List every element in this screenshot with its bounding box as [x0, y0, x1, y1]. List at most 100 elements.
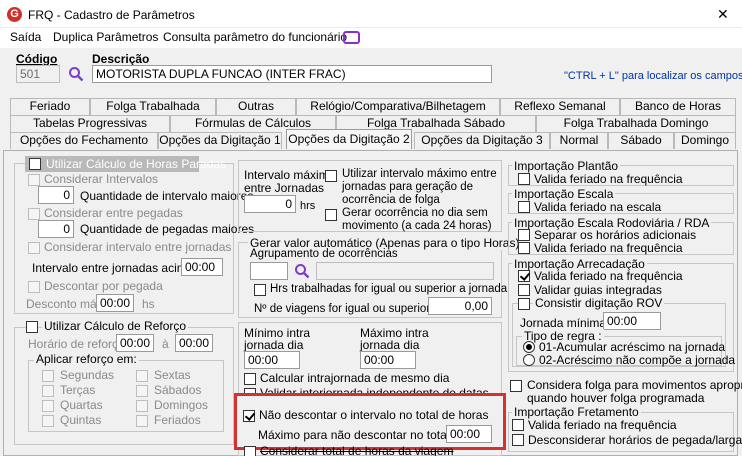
calcular-intrajornada-checkbox[interactable]	[244, 373, 256, 385]
escala-valida-checkbox[interactable]	[518, 201, 530, 213]
horario-de-field[interactable]: 00:00	[116, 334, 154, 352]
tab-banco-de-horas[interactable]: Banco de Horas	[620, 98, 736, 115]
tab-opcoes-digitacao-3[interactable]: Opções da Digitação 3	[414, 132, 550, 149]
considera-folga-label-1: Considera folga para movimentos apropria…	[527, 378, 742, 392]
descontar-pegada-checkbox[interactable]	[28, 281, 40, 293]
chat-icon[interactable]	[343, 31, 360, 44]
considerar-intervalo-jornadas-label: Considerar intervalo entre jornadas	[44, 240, 232, 254]
considerar-intervalos-label: Considerar Intervalos	[44, 172, 159, 186]
tab-opcoes-do-fechamento[interactable]: Opções do Fechamento	[10, 132, 158, 149]
jornada-minima-field[interactable]: 00:00	[603, 312, 661, 330]
hrs-trabalhadas-checkbox[interactable]	[254, 284, 266, 296]
intervalo-jornadas-field[interactable]: 00:00	[181, 258, 223, 276]
tab-feriado[interactable]: Feriado	[10, 98, 90, 115]
menu-consulta-parametro[interactable]: Consulta parâmetro do funcionário	[163, 30, 347, 44]
tab-folga-trabalhada[interactable]: Folga Trabalhada	[90, 98, 216, 115]
search-icon[interactable]	[68, 66, 84, 82]
rodoviaria-valida-label: Valida feriado na frequência	[534, 241, 683, 255]
sextas-checkbox[interactable]	[136, 370, 148, 382]
desconsiderar-horarios-checkbox[interactable]	[512, 434, 524, 446]
considerar-intervalos-checkbox[interactable]	[28, 174, 40, 186]
tab-outras[interactable]: Outras	[216, 98, 296, 115]
agrupamento-search-icon[interactable]	[294, 263, 310, 279]
maximo-desc-field[interactable]: 00:00	[446, 425, 492, 443]
desconto-max-unit: hs	[142, 297, 155, 311]
plantao-valida-checkbox[interactable]	[518, 173, 530, 185]
tab-reflexo-semanal[interactable]: Reflexo Semanal	[500, 98, 620, 115]
qtd-pegadas-field[interactable]: 0	[38, 220, 74, 238]
menu-saida[interactable]: Saída	[10, 30, 41, 44]
desconsiderar-horarios-label: Desconsiderar horários de pegada/largada	[528, 433, 742, 447]
title-bar: G FRQ - Cadastro de Parâmetros ✕	[0, 0, 742, 28]
menu-duplica-parametros[interactable]: Duplica Parâmetros	[53, 30, 158, 44]
considera-folga-label-2: quando houver folga programada	[527, 391, 705, 405]
descricao-field[interactable]: MOTORISTA DUPLA FUNCAO (INTER FRAC)	[92, 65, 492, 83]
tab-normal[interactable]: Normal	[550, 132, 608, 149]
desconto-max-field[interactable]: 00:00	[96, 294, 134, 312]
agrupamento-code-field[interactable]	[250, 262, 288, 280]
gerar-ocorrencia-label-2: movimento (a cada 24 horas)	[342, 220, 492, 232]
tab-domingo[interactable]: Domingo	[674, 132, 736, 149]
nao-descontar-checkbox[interactable]	[243, 410, 255, 422]
gerar-ocorrencia-checkbox[interactable]	[325, 209, 337, 221]
horario-a-field[interactable]: 00:00	[175, 334, 213, 352]
validar-guias-checkbox[interactable]	[518, 284, 530, 296]
nao-descontar-label: Não descontar o intervalo no total de ho…	[259, 408, 489, 422]
intervalo-max-field[interactable]: 0	[244, 195, 296, 213]
considerar-pegadas-label: Considerar entre pegadas	[44, 206, 183, 220]
considerar-pegadas-checkbox[interactable]	[28, 208, 40, 220]
consistir-label: Consistir digitação ROV	[533, 296, 665, 310]
escala-valida-label: Valida feriado na escala	[534, 200, 662, 214]
segundas-checkbox[interactable]	[42, 370, 54, 382]
regra-02-radio[interactable]	[523, 354, 535, 366]
sabados-checkbox[interactable]	[136, 385, 148, 397]
viagens-field[interactable]: 0,00	[428, 297, 492, 315]
maximo-intra-label-2: jornada dia	[360, 338, 420, 352]
tab-folga-trabalhada-domingo[interactable]: Folga Trabalhada Domingo	[536, 115, 736, 132]
utilizar-intervalo-label-2: jornadas para geração de	[342, 181, 474, 193]
qtd-intervalo-field[interactable]: 0	[38, 186, 74, 204]
descontar-pegada-label: Descontar por pegada	[44, 279, 163, 293]
app-g-icon: G	[7, 7, 22, 22]
validar-guias-label: Validar guias integradas	[534, 283, 662, 297]
feriados-checkbox[interactable]	[136, 415, 148, 427]
descricao-label: Descrição	[92, 52, 150, 66]
minimo-intra-field[interactable]: 00:00	[244, 351, 300, 369]
viagens-label: Nº de viagens for igual ou superior a	[254, 303, 440, 315]
rodoviaria-valida-checkbox[interactable]	[518, 242, 530, 254]
codigo-field[interactable]: 501	[16, 65, 60, 83]
gerar-ocorrencia-label-1: Gerar ocorrência no dia sem	[342, 207, 488, 219]
domingos-checkbox[interactable]	[136, 400, 148, 412]
regra-01-radio[interactable]	[523, 341, 535, 353]
tab-relogio[interactable]: Relógio/Comparativa/Bilhetagem	[296, 98, 500, 115]
fretamento-valida-label: Valida feriado na frequência	[528, 418, 677, 432]
maximo-intra-field[interactable]: 00:00	[360, 351, 416, 369]
considera-folga-checkbox[interactable]	[510, 380, 522, 392]
considerar-viagem-checkbox[interactable]	[244, 446, 256, 456]
tab-sabado[interactable]: Sábado	[608, 132, 674, 149]
considerar-intervalo-jornadas-checkbox[interactable]	[28, 242, 40, 254]
close-icon[interactable]: ✕	[717, 6, 729, 23]
hint-text: "CTRL + L" para localizar os campos	[564, 70, 742, 82]
tab-opcoes-digitacao-2[interactable]: Opções da Digitação 2	[286, 129, 412, 149]
horario-reforco-label: Horário de reforço	[28, 337, 125, 351]
quartas-checkbox[interactable]	[42, 400, 54, 412]
hrs-trabalhadas-label: Hrs trabalhadas for igual ou superior a …	[270, 283, 508, 295]
utilizar-intervalo-checkbox[interactable]	[325, 170, 337, 182]
agrupamento-desc-field[interactable]	[316, 262, 494, 280]
reforco-checkbox[interactable]	[26, 321, 38, 333]
consistir-checkbox[interactable]	[518, 298, 530, 310]
sabados-label: Sábados	[154, 383, 202, 397]
tab-opcoes-digitacao-1[interactable]: Opções da Digitação 1	[158, 132, 282, 149]
domingos-label: Domingos	[154, 398, 209, 412]
qtd-pegadas-label: Quantidade de pegadas maiores	[80, 222, 255, 236]
fretamento-valida-checkbox[interactable]	[512, 419, 524, 431]
intervalo-max-unit: hrs	[300, 200, 316, 212]
tercas-checkbox[interactable]	[42, 385, 54, 397]
quintas-checkbox[interactable]	[42, 415, 54, 427]
arrecadacao-valida-checkbox[interactable]	[518, 270, 530, 282]
horas-paradas-checkbox[interactable]	[29, 158, 41, 170]
codigo-label: Código	[16, 52, 58, 66]
tab-tabelas-progressivas[interactable]: Tabelas Progressivas	[10, 115, 170, 132]
separar-horarios-checkbox[interactable]	[518, 229, 530, 241]
